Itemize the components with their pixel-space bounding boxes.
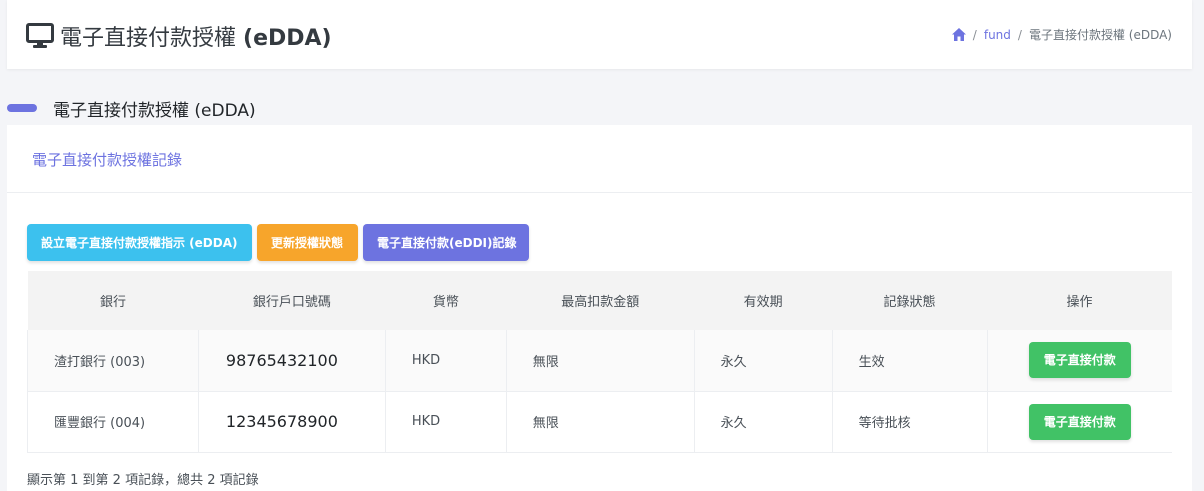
- cell-status: 生效: [832, 330, 988, 391]
- breadcrumb-link-fund[interactable]: fund: [984, 28, 1011, 42]
- cell-status: 等待批核: [832, 391, 988, 452]
- edda-card: 電子直接付款授權記錄 設立電子直接付款授權指示 (eDDA) 更新授權狀態 電子…: [7, 125, 1192, 491]
- breadcrumb-separator: /: [1017, 27, 1022, 42]
- breadcrumb-separator: /: [972, 27, 977, 42]
- table-row: 匯豐銀行 (004) 12345678900 HKD 無限 永久 等待批核 電子…: [27, 391, 1172, 452]
- cell-validity: 永久: [694, 391, 833, 452]
- column-header-account[interactable]: 銀行戶口號碼: [198, 271, 385, 330]
- page-title-text: 電子直接付款授權 (eDDA): [60, 26, 332, 51]
- column-header-bank[interactable]: 銀行: [28, 271, 199, 330]
- action-buttons: 設立電子直接付款授權指示 (eDDA) 更新授權狀態 電子直接付款(eDDI)記…: [27, 224, 534, 261]
- setup-edda-button[interactable]: 設立電子直接付款授權指示 (eDDA): [27, 224, 252, 261]
- column-header-currency[interactable]: 貨幣: [385, 271, 506, 330]
- section-title: 電子直接付款授權 (eDDA): [0, 96, 256, 121]
- column-header-validity[interactable]: 有效期: [694, 271, 832, 330]
- home-icon[interactable]: [951, 28, 966, 41]
- section-title-text: 電子直接付款授權 (eDDA): [53, 100, 256, 121]
- cell-validity: 永久: [694, 330, 833, 391]
- cell-bank: 匯豐銀行 (004): [27, 391, 199, 452]
- column-header-status[interactable]: 記錄狀態: [832, 271, 987, 330]
- edd-payment-button[interactable]: 電子直接付款: [1028, 403, 1131, 440]
- column-header-max-amount[interactable]: 最高扣款金額: [506, 271, 694, 330]
- edda-table: 銀行 銀行戶口號碼 貨幣 最高扣款金額 有效期 記錄狀態 操作 渣打銀行 (00…: [27, 271, 1172, 453]
- table-info: 顯示第 1 到第 2 項記錄，總共 2 項記錄: [27, 473, 259, 488]
- cell-currency: HKD: [385, 330, 507, 391]
- cell-max-amount: 無限: [506, 330, 695, 391]
- cell-action: 電子直接付款: [987, 391, 1172, 452]
- cell-account: 98765432100: [198, 330, 386, 391]
- edd-payment-button[interactable]: 電子直接付款: [1028, 342, 1131, 379]
- section-accent-bar: [7, 104, 37, 112]
- eddi-records-button[interactable]: 電子直接付款(eDDI)記錄: [363, 224, 529, 261]
- cell-account: 12345678900: [198, 391, 386, 452]
- monitor-icon: [26, 23, 54, 48]
- page-header: 電子直接付款授權 (eDDA) / fund / 電子直接付款授權 (eDDA): [7, 0, 1192, 69]
- page-title: 電子直接付款授權 (eDDA): [26, 20, 332, 52]
- breadcrumb: / fund / 電子直接付款授權 (eDDA): [951, 26, 1172, 43]
- cell-action: 電子直接付款: [987, 330, 1172, 391]
- breadcrumb-current: 電子直接付款授權 (eDDA): [1028, 28, 1172, 42]
- cell-bank: 渣打銀行 (003): [27, 330, 199, 391]
- cell-max-amount: 無限: [506, 391, 695, 452]
- table-row: 渣打銀行 (003) 98765432100 HKD 無限 永久 生效 電子直接…: [27, 330, 1172, 391]
- card-heading: 電子直接付款授權記錄: [7, 125, 1192, 193]
- column-header-action: 操作: [1066, 295, 1093, 310]
- cell-currency: HKD: [385, 391, 507, 452]
- table-header-row: 銀行 銀行戶口號碼 貨幣 最高扣款金額 有效期 記錄狀態 操作: [27, 271, 1172, 330]
- update-status-button[interactable]: 更新授權狀態: [257, 224, 358, 261]
